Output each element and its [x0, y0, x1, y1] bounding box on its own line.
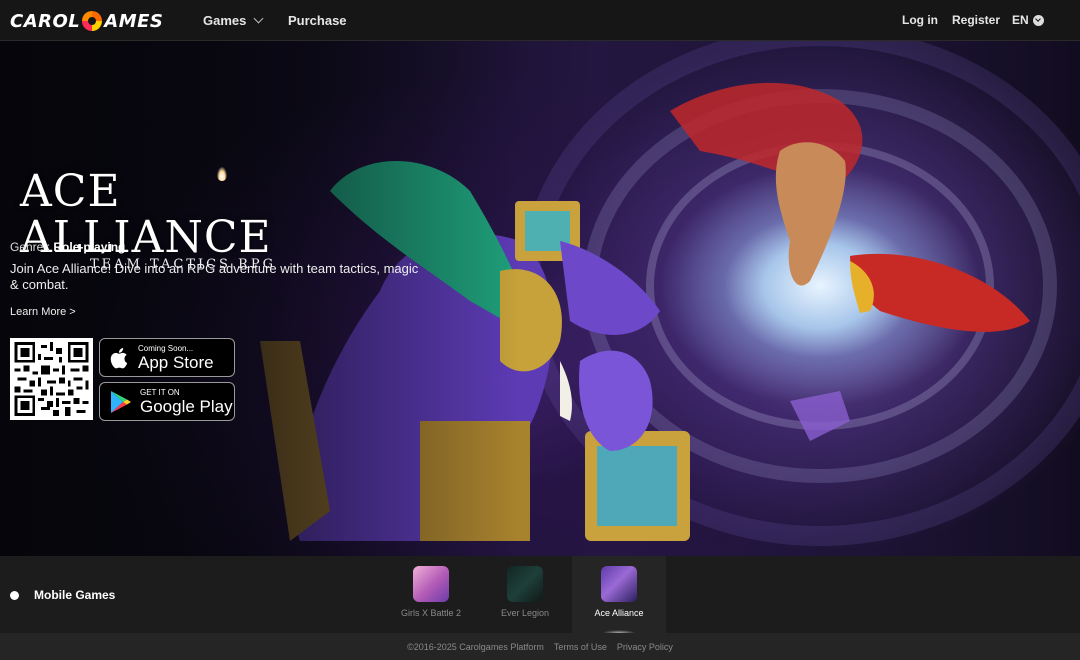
privacy-policy-link[interactable]: Privacy Policy	[617, 642, 673, 652]
logo-g-icon	[82, 11, 103, 31]
carolgames-logo[interactable]: CAROL AMES	[10, 10, 163, 32]
game-tab-label: Girls X Battle 2	[400, 608, 462, 618]
top-header: CAROL AMES Games Purchase Log in Registe…	[0, 0, 1080, 41]
game-tab-ace-alliance[interactable]: Ace Alliance	[572, 556, 666, 633]
app-store-big: App Store	[138, 352, 214, 372]
google-play-icon	[111, 390, 131, 413]
game-tab-label: Ace Alliance	[594, 608, 644, 618]
category-label: Mobile Games	[34, 588, 116, 602]
hero-banner: ACE ALLIANCE TEAM TACTICS RPG Genre : Ro…	[0, 41, 1080, 556]
language-label: EN	[1012, 13, 1029, 27]
app-store-small: Coming Soon...	[138, 343, 194, 353]
copyright-text: ©2016-2025 Carolgames Platform	[407, 641, 544, 652]
nav-purchase[interactable]: Purchase	[288, 13, 347, 28]
google-play-text: GET IT ON Google Play	[140, 388, 233, 416]
flame-icon	[217, 167, 227, 181]
chevron-down-icon	[253, 13, 264, 24]
girls-x-battle-2-thumbnail	[413, 566, 449, 602]
app-store-text: Coming Soon... App Store	[138, 344, 214, 372]
chevron-down-circle-icon	[1032, 14, 1044, 26]
language-selector[interactable]: EN	[1012, 13, 1044, 27]
google-play-big: Google Play	[140, 396, 233, 416]
nav-games[interactable]: Games	[203, 13, 264, 28]
learn-more-link[interactable]: Learn More >	[10, 306, 76, 318]
google-play-button[interactable]: GET IT ON Google Play	[99, 382, 235, 421]
ace-alliance-logo: ACE ALLIANCE TEAM TACTICS RPG	[20, 167, 360, 272]
google-play-small: GET IT ON	[140, 387, 180, 397]
qr-code-icon	[14, 342, 89, 416]
game-tab-girls-x-battle-2[interactable]: Girls X Battle 2	[384, 556, 478, 633]
ever-legion-thumbnail	[507, 566, 543, 602]
download-qr-code	[10, 338, 93, 420]
register-link[interactable]: Register	[952, 13, 1000, 27]
nav-purchase-label: Purchase	[288, 13, 347, 28]
game-description: Join Ace Alliance! Dive into an RPG adve…	[10, 261, 419, 292]
games-strip: Mobile Games Girls X Battle 2 Ever Legio…	[0, 556, 1080, 633]
ace-alliance-thumbnail	[601, 566, 637, 602]
nav-games-label: Games	[203, 13, 247, 28]
logo-text-right: AMES	[104, 10, 164, 32]
genre-label: Genre :	[10, 240, 51, 254]
game-tab-label: Ever Legion	[500, 608, 550, 618]
login-link[interactable]: Log in	[902, 13, 938, 27]
page-footer: ©2016-2025 Carolgames Platform Terms of …	[0, 633, 1080, 660]
hero-left-shade	[0, 41, 520, 556]
genre-value: Role-playing	[53, 240, 126, 254]
game-tab-ever-legion[interactable]: Ever Legion	[478, 556, 572, 633]
terms-of-use-link[interactable]: Terms of Use	[554, 642, 607, 652]
app-store-button[interactable]: Coming Soon... App Store	[99, 338, 235, 377]
apple-icon	[110, 347, 128, 368]
logo-text-left: CAROL	[10, 10, 81, 32]
category-dot-icon	[10, 591, 19, 600]
genre-line: Genre : Role-playing	[10, 240, 125, 254]
